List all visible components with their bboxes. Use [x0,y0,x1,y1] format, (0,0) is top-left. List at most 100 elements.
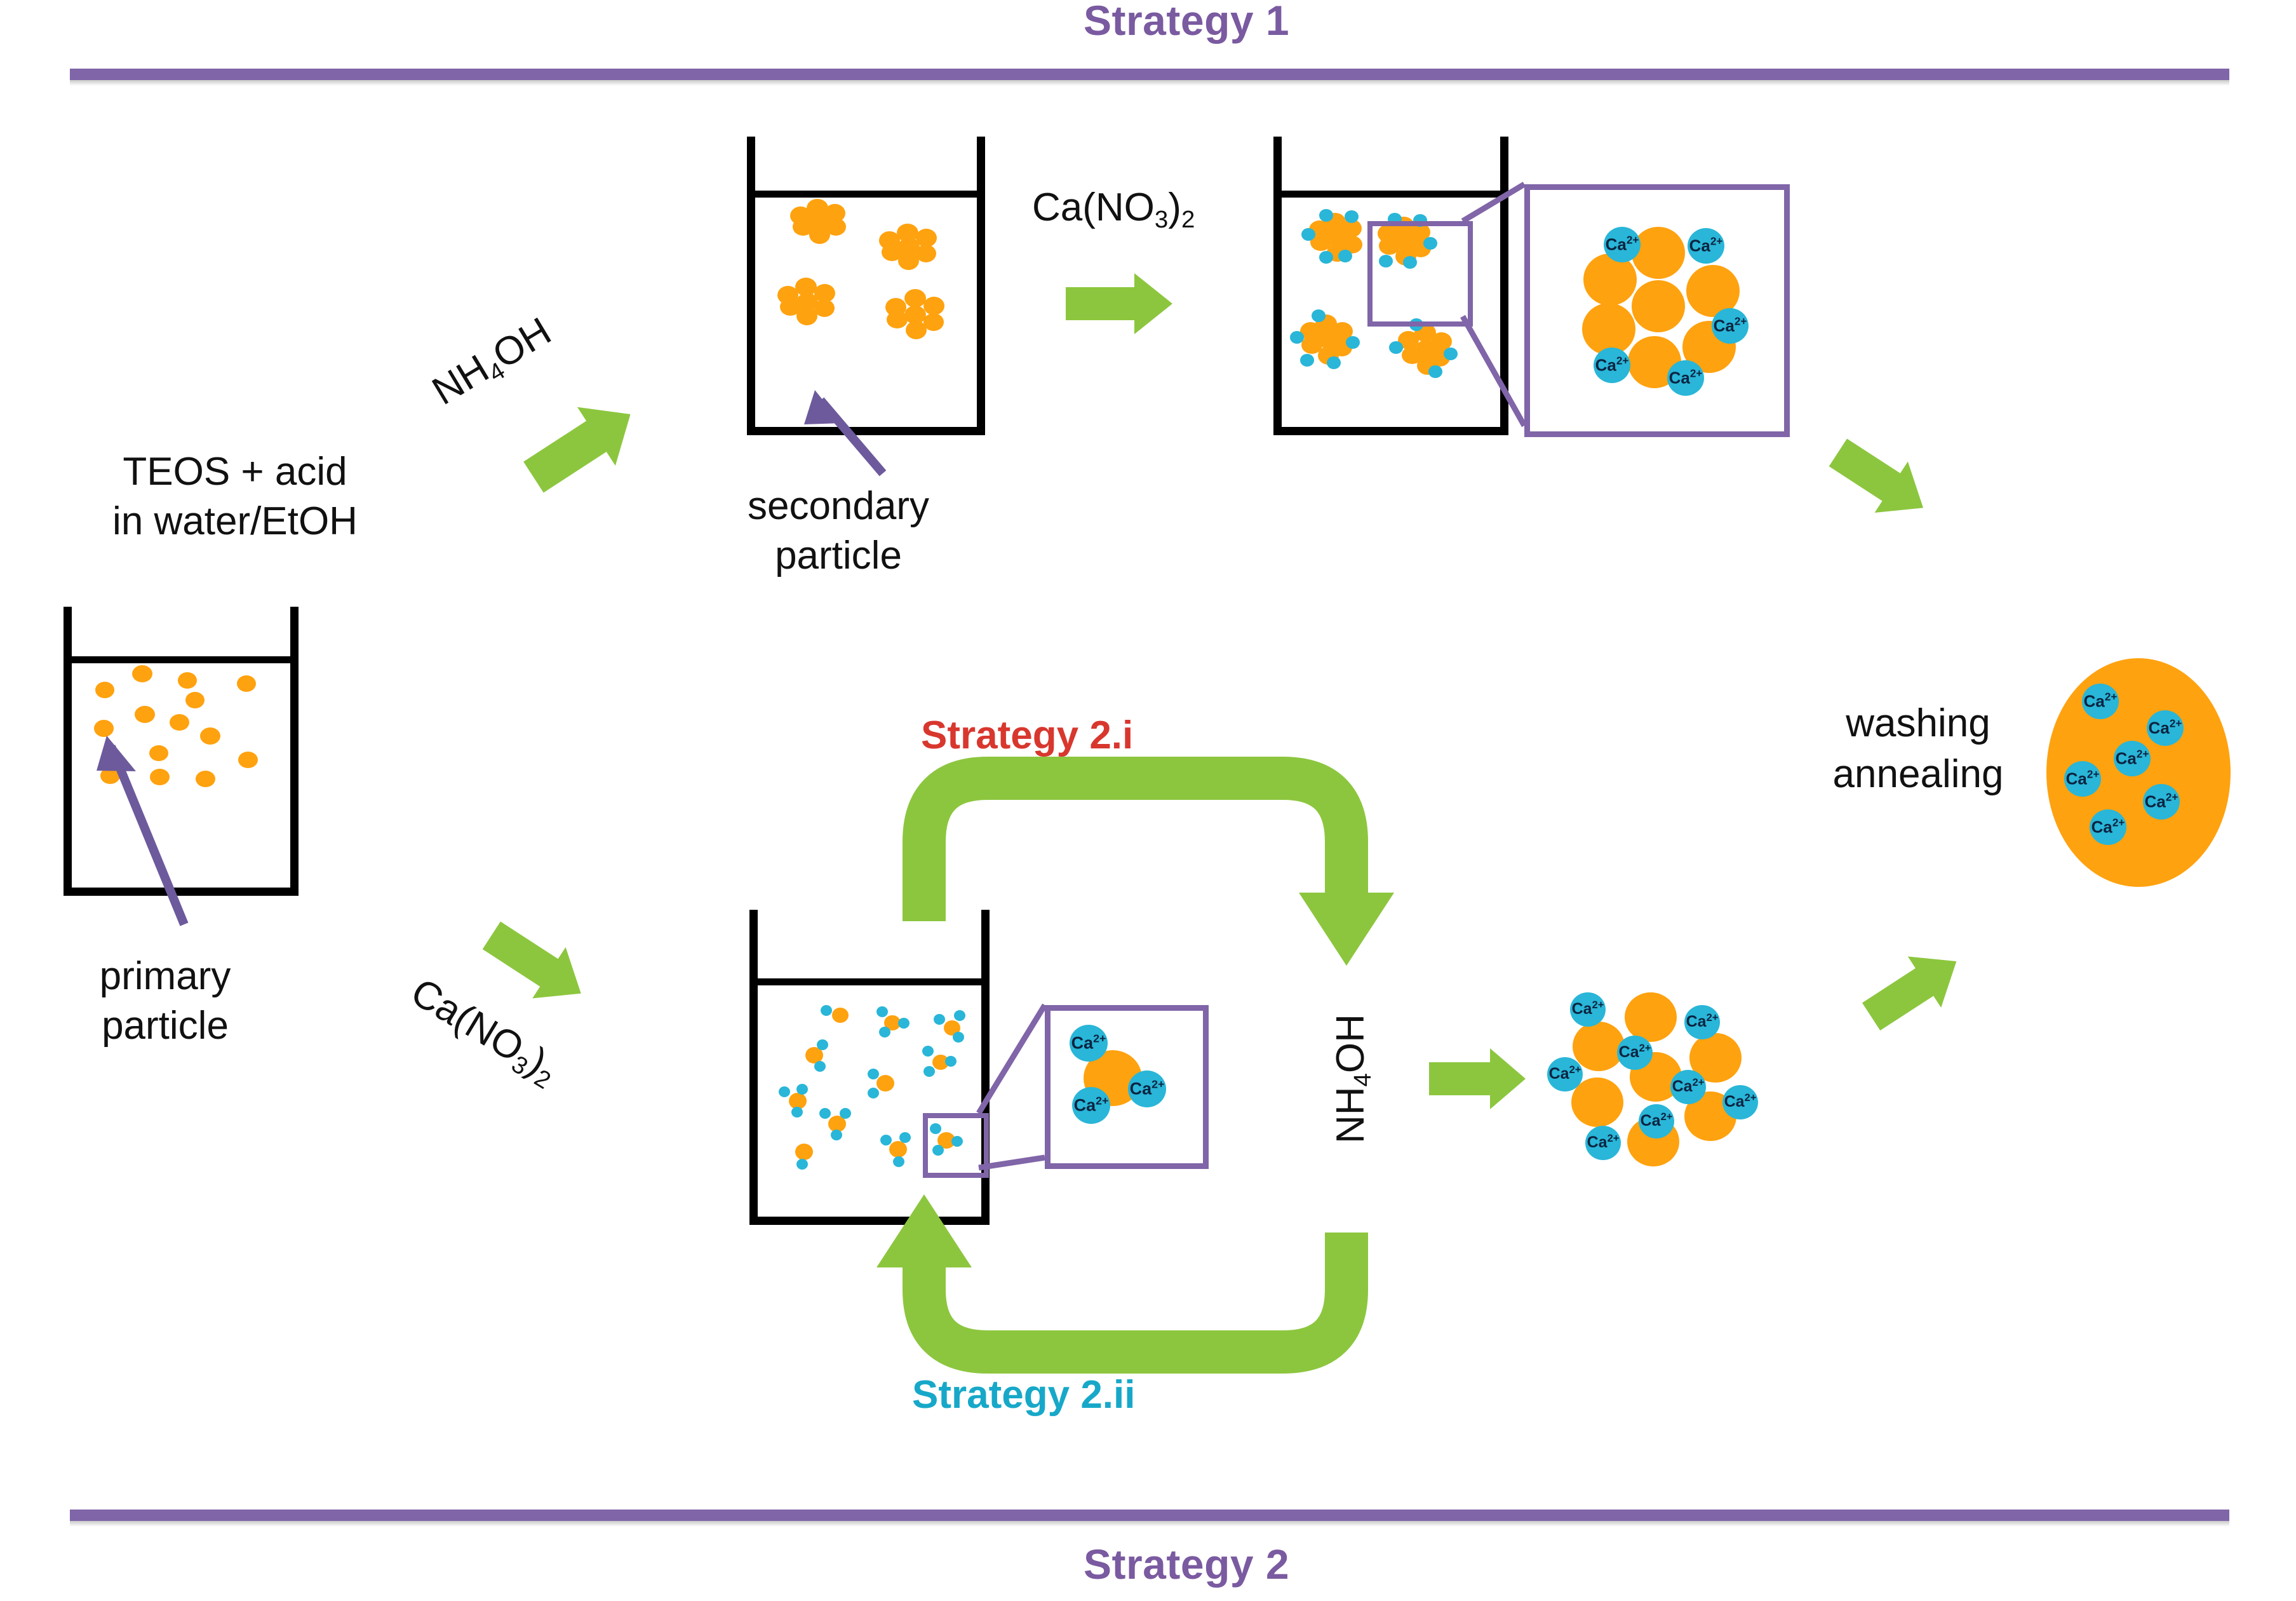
beaker-bottom [1273,427,1508,435]
ca-doped-aggregate: Ca2+ Ca2+ Ca2+ Ca2+ Ca2+ Ca2+ Ca2+ Ca2+ [1547,966,1823,1207]
reagent-nh4oh-top: NH4OH [425,309,559,414]
strategy-1-banner-bar [70,69,2229,80]
calcium-ion-label: Ca2+ [1668,367,1703,388]
calcium-ion: Ca2+ [2143,784,2180,820]
beaker-secondary [747,137,985,435]
beaker-wall-right [977,137,985,435]
magnifier-selection-box-strategy1 [1367,221,1473,327]
precursor-label-line2: in water/EtOH [112,499,358,543]
primary-particle [237,675,256,692]
strategy-1-title: Strategy 1 [1084,0,1290,44]
beaker-wall-left [747,137,755,435]
beaker-wall-left [749,910,758,1225]
calcium-ion-label: Ca2+ [1571,999,1604,1018]
calcium-ion: Ca2+ [1670,1070,1706,1104]
final-product-particle: Ca2+ Ca2+ Ca2+ Ca2+ Ca2+ Ca2+ [2046,658,2231,887]
magnified-inset-strategy2: Ca2+ Ca2+ Ca2+ [1045,1005,1209,1169]
magnifier-selection-box-strategy2 [923,1113,989,1178]
calcium-ion-label: Ca2+ [2065,767,2100,788]
primary-particle [100,767,120,784]
beaker-wall-left [64,607,72,896]
calcium-ion: Ca2+ [1585,1126,1621,1160]
silica-particle [1583,253,1637,306]
primary-particle [178,672,197,689]
reaction-arrow-strategy1-exit [1829,438,1924,513]
beaker-wall-right [1500,137,1508,435]
primary-particle [94,720,114,737]
secondary-particle-cluster [777,278,841,325]
calcium-ion: Ca2+ [1722,1085,1758,1119]
calcium-ion-label: Ca2+ [1724,1091,1757,1111]
primary-particle [95,682,114,698]
reaction-arrow-ca-nitrate-bottom [482,921,581,999]
beaker-wall-right [290,607,299,896]
calcium-ion-label: Ca2+ [1129,1077,1165,1098]
primary-particle [238,752,258,768]
silica-particle [1632,227,1685,279]
calcium-ion-label: Ca2+ [2083,690,2118,711]
secondary-particle-label-line1: secondary [747,484,930,528]
ca-decorated-cluster [1299,208,1369,265]
secondary-particle-cluster [790,199,854,244]
strategy-2-title: Strategy 2 [1084,1541,1290,1588]
strategy-2i-label: Strategy 2.i [921,713,1134,757]
beaker-liquid-line [1273,191,1508,198]
calcium-ion: Ca2+ [1570,992,1606,1027]
calcium-ion-label: Ca2+ [2091,816,2125,837]
calcium-ion-label: Ca2+ [1713,314,1747,335]
calcium-ion-label: Ca2+ [1595,354,1629,375]
calcium-ion-label: Ca2+ [1640,1111,1673,1130]
strategy-2-banner-bar [70,1510,2229,1521]
beaker-bottom [64,888,299,896]
reaction-arrow-nh4oh-bottom [1429,1048,1526,1109]
strategy-1-banner-shadow [70,80,2229,86]
strategy-2ii-label: Strategy 2.ii [912,1373,1136,1417]
calcium-ion-label: Ca2+ [1071,1032,1106,1053]
calcium-ion-label: Ca2+ [2144,790,2179,811]
silica-particle [1571,1077,1623,1127]
calcium-ion-label: Ca2+ [1073,1094,1109,1115]
calcium-ion-label: Ca2+ [2148,717,2182,738]
reaction-arrow-nh4oh-top [523,407,631,493]
calcium-ion-label: Ca2+ [1587,1132,1620,1151]
calcium-ion: Ca2+ [2147,710,2184,746]
calcium-ion-label: Ca2+ [1548,1064,1581,1083]
secondary-particle-label-line2: particle [775,534,902,578]
strategy-2i-curved-arrow [903,757,1394,966]
strategy-2-banner-shadow [70,1521,2229,1527]
secondary-particle-cluster [885,289,949,339]
primary-particle-label-line1: primary [99,954,231,998]
primary-particle [196,771,215,787]
reagent-nh4oh-bottom: NH4OH [1329,1014,1376,1144]
calcium-ion: Ca2+ [1594,348,1630,383]
calcium-ion: Ca2+ [1128,1071,1166,1107]
reagent-ca-nitrate-bottom: Ca(NO3)2 [403,969,556,1095]
reagent-ca-nitrate-top: Ca(NO3)2 [1032,186,1195,233]
silica-particle [1625,992,1677,1042]
calcium-ion-label: Ca2+ [2115,747,2149,768]
calcium-ion: Ca2+ [1070,1025,1108,1062]
beaker-wall-left [1273,137,1282,435]
primary-particle [135,706,155,723]
calcium-ion: Ca2+ [1617,1036,1653,1070]
calcium-ion: Ca2+ [2090,809,2126,845]
reaction-arrow-strategy2-exit [1862,956,1957,1031]
primary-particle [185,692,205,708]
calcium-ion: Ca2+ [1667,360,1704,396]
calcium-ion: Ca2+ [2064,761,2101,797]
washing-label-line2: annealing [1832,752,2004,796]
washing-label-line1: washing [1846,701,1991,745]
silica-particle [1632,280,1685,332]
reaction-arrow-ca-nitrate-top [1066,273,1172,334]
primary-particle [150,769,170,785]
calcium-ion-label: Ca2+ [1605,233,1639,254]
primary-particle [200,727,220,745]
ca-decorated-cluster [1290,308,1360,369]
calcium-ion: Ca2+ [1639,1104,1674,1138]
magnified-inset-strategy1: Ca2+ Ca2+ Ca2+ Ca2+ Ca2+ [1524,184,1790,437]
precursor-label-line1: TEOS + acid [123,450,347,494]
beaker-liquid-line [747,191,985,198]
calcium-ion: Ca2+ [1712,308,1749,344]
primary-particle [149,745,168,761]
primary-particle-label-line2: particle [102,1004,229,1048]
